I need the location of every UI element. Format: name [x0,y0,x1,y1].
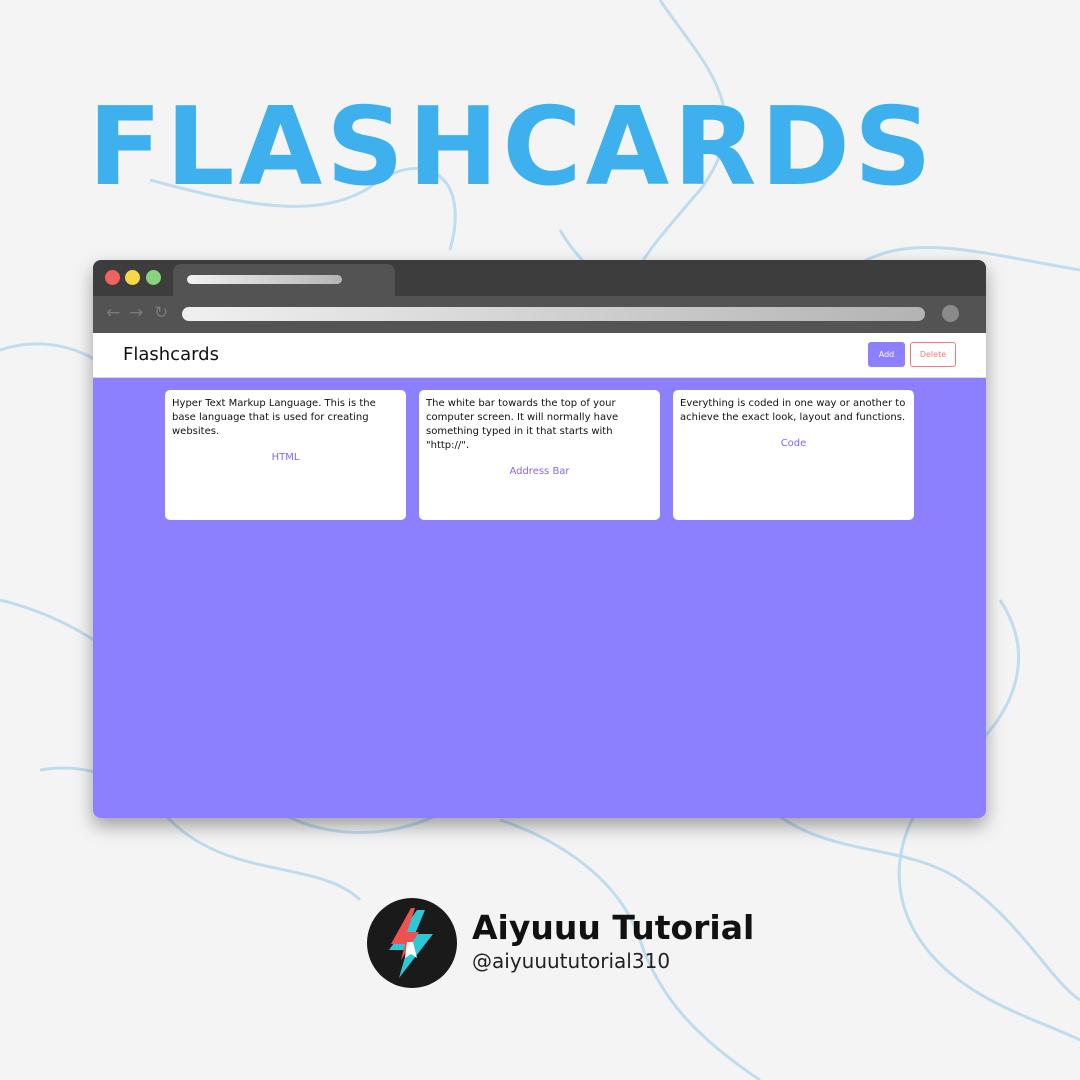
profile-icon[interactable] [942,305,959,322]
reload-icon[interactable]: ↻ [154,302,168,324]
browser-tab[interactable] [173,264,395,296]
card-answer: Address Bar [509,466,570,477]
delete-button[interactable]: Delete [910,342,956,367]
close-icon[interactable] [105,270,120,285]
maximize-icon[interactable] [146,270,161,285]
card-answer: Code [780,438,807,449]
minimize-icon[interactable] [125,270,140,285]
card-answer: HTML [271,452,300,463]
flashcard[interactable]: Hyper Text Markup Language. This is the … [165,390,406,520]
poster-title: FLASHCARDS [88,85,936,210]
flashcard[interactable]: The white bar towards the top of your co… [419,390,660,520]
add-button[interactable]: Add [868,342,905,367]
address-bar[interactable] [182,307,925,321]
browser-toolbar: ← → ↻ [93,296,986,333]
forward-arrow-icon[interactable]: → [129,302,143,324]
channel-name: Aiyuuu Tutorial [472,908,755,947]
app-header: Flashcards Add Delete [93,333,986,378]
card-question: The white bar towards the top of your co… [426,398,619,451]
card-question: Hyper Text Markup Language. This is the … [172,398,376,437]
tab-title-placeholder [187,275,342,284]
browser-tab-bar [93,260,986,296]
back-arrow-icon[interactable]: ← [106,302,120,324]
flashcard[interactable]: Everything is coded in one way or anothe… [673,390,914,520]
card-question: Everything is coded in one way or anothe… [680,398,906,423]
channel-logo-icon [367,898,457,988]
channel-handle: @aiyuuututorial310 [472,949,671,973]
browser-window: ← → ↻ Flashcards Add Delete Hyper Text M… [93,260,986,818]
app-title: Flashcards [123,344,219,365]
